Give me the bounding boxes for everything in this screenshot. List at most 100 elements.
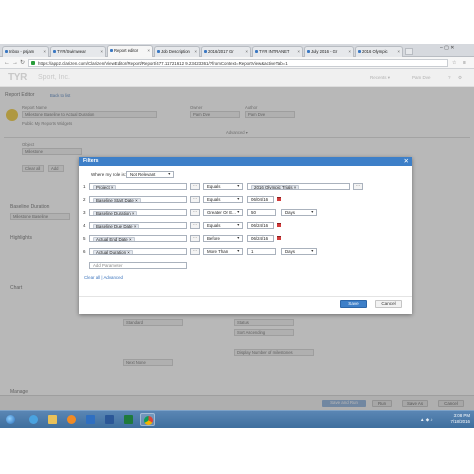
- close-tab-icon[interactable]: ×: [397, 47, 400, 57]
- chrome-icon[interactable]: [140, 413, 155, 426]
- duration-unit-select[interactable]: Days ▼: [281, 209, 317, 216]
- tab-label: TYR INTRANET: [259, 49, 290, 54]
- filter-value-field[interactable]: 2016 Olympic Trials ×: [247, 183, 350, 190]
- advanced-link[interactable]: Advanced: [103, 275, 123, 280]
- field-picker-button[interactable]: ···: [190, 196, 200, 203]
- operator-select[interactable]: Equals ▼: [203, 183, 243, 190]
- windows-taskbar: ▲ ◆ ♪ 3:08 PM 7/18/2016: [0, 410, 474, 428]
- company-name: Sport, Inc.: [38, 74, 70, 81]
- close-tab-icon[interactable]: ×: [245, 47, 248, 57]
- favicon-icon: [157, 50, 160, 53]
- dialog-header: Filters ✕: [79, 157, 412, 166]
- field-picker-button[interactable]: ···: [190, 209, 200, 216]
- dialog-title: Filters: [83, 158, 99, 164]
- field-picker-button[interactable]: ···: [190, 235, 200, 242]
- close-tab-icon[interactable]: ×: [297, 47, 300, 57]
- clear-all-link[interactable]: Clear all: [84, 275, 100, 280]
- browser-tab-active[interactable]: Report editor ×: [107, 45, 153, 57]
- close-icon[interactable]: ✕: [404, 157, 409, 166]
- chevron-down-icon: ▼: [236, 236, 240, 240]
- filter-field-select[interactable]: Actual Duration ×: [89, 248, 187, 255]
- operator-select[interactable]: Greater Or E... ▼: [203, 209, 243, 216]
- filter-field-select[interactable]: Baseline Due Date ×: [89, 222, 187, 229]
- favicon-icon: [204, 50, 207, 53]
- operator-select[interactable]: Equals ▼: [203, 196, 243, 203]
- browser-tab[interactable]: TYR INTRANET ×: [252, 46, 303, 57]
- duration-unit-select[interactable]: Days ▼: [281, 248, 317, 255]
- save-button[interactable]: Save: [340, 300, 367, 308]
- media-player-icon[interactable]: [64, 413, 79, 426]
- role-select[interactable]: Not Relevant ▼: [126, 171, 174, 178]
- user-menu[interactable]: Pam Dve: [412, 75, 431, 80]
- filter-field-select[interactable]: Baseline Start Date ×: [89, 196, 187, 203]
- field-chip: Baseline Duration ×: [93, 210, 138, 215]
- menu-icon[interactable]: ≡: [463, 60, 466, 66]
- tab-label: Job Description: [161, 49, 190, 54]
- tray-icons[interactable]: ▲ ◆ ♪: [420, 417, 433, 423]
- role-select-value: Not Relevant: [130, 172, 156, 177]
- settings-icon[interactable]: ⚙: [458, 75, 462, 81]
- close-tab-icon[interactable]: ×: [194, 47, 197, 57]
- recents-menu[interactable]: Recents ▾: [370, 75, 390, 81]
- start-button[interactable]: [3, 413, 18, 426]
- company-logo[interactable]: TYR: [8, 72, 27, 83]
- date-value-input[interactable]: 06/04/16: [247, 196, 274, 203]
- star-icon[interactable]: ☆: [452, 60, 456, 66]
- operator-value: Equals: [207, 197, 221, 202]
- browser-tab[interactable]: 2016/2017 Gr ×: [201, 46, 251, 57]
- close-tab-icon[interactable]: ×: [43, 47, 46, 57]
- field-picker-button[interactable]: ···: [190, 222, 200, 229]
- window-controls-icon[interactable]: – ▢ ✕: [440, 45, 454, 51]
- word-icon[interactable]: [102, 413, 117, 426]
- calendar-icon[interactable]: [277, 236, 281, 240]
- row-number: 6: [83, 249, 86, 254]
- favicon-icon: [5, 50, 8, 53]
- row-number: 3: [83, 210, 86, 215]
- row-number: 4: [83, 223, 86, 228]
- system-clock[interactable]: 3:08 PM 7/18/2016: [450, 413, 470, 425]
- value-chip: 2016 Olympic Trials ×: [251, 184, 300, 189]
- cancel-button[interactable]: Cancel: [375, 300, 402, 308]
- tab-label: 2016 Olympic: [362, 49, 388, 54]
- field-chip: Actual End Date ×: [93, 236, 135, 241]
- back-arrow-icon[interactable]: ←: [4, 59, 10, 67]
- chevron-down-icon: ▼: [167, 172, 171, 176]
- outlook-icon[interactable]: [83, 413, 98, 426]
- browser-tab[interactable]: Inbox - psjam ×: [2, 46, 49, 57]
- browser-tab[interactable]: July 2016 - Gr ×: [304, 46, 354, 57]
- add-parameter-input[interactable]: Add Parameter: [89, 262, 187, 269]
- url-input[interactable]: https://app2.clarizen.com/Clarizen/ViewE…: [28, 59, 448, 67]
- close-tab-icon[interactable]: ×: [147, 46, 150, 56]
- address-bar-row: ← → ↻ https://app2.clarizen.com/Clarizen…: [0, 57, 474, 69]
- filter-field-select[interactable]: Actual End Date ×: [89, 235, 187, 242]
- filter-field-select[interactable]: Project ×: [89, 183, 187, 190]
- operator-select[interactable]: Equals ▼: [203, 222, 243, 229]
- operator-value: More Than: [207, 249, 229, 254]
- filter-field-select[interactable]: Baseline Duration ×: [89, 209, 187, 216]
- field-picker-button[interactable]: ···: [190, 183, 200, 190]
- operator-value: Equals: [207, 223, 221, 228]
- help-icon[interactable]: ?: [448, 75, 451, 80]
- operator-select[interactable]: Before ▼: [203, 235, 243, 242]
- calendar-icon[interactable]: [277, 197, 281, 201]
- date-value-input[interactable]: 06/24/16: [247, 235, 274, 242]
- duration-value-input[interactable]: 50: [247, 209, 276, 216]
- browser-tab[interactable]: Job Description ×: [154, 46, 200, 57]
- calendar-icon[interactable]: [277, 223, 281, 227]
- field-picker-button[interactable]: ···: [190, 248, 200, 255]
- duration-value-input[interactable]: 1: [247, 248, 276, 255]
- forward-arrow-icon[interactable]: →: [12, 59, 18, 67]
- close-tab-icon[interactable]: ×: [100, 47, 103, 57]
- date-value-input[interactable]: 06/24/16: [247, 222, 274, 229]
- value-picker-button[interactable]: ···: [353, 183, 363, 190]
- close-tab-icon[interactable]: ×: [348, 47, 351, 57]
- file-explorer-icon[interactable]: [45, 413, 60, 426]
- excel-icon[interactable]: [121, 413, 136, 426]
- reload-icon[interactable]: ↻: [20, 59, 25, 67]
- new-tab-button[interactable]: [405, 48, 413, 55]
- internet-explorer-icon[interactable]: [26, 413, 41, 426]
- operator-select[interactable]: More Than ▼: [203, 248, 243, 255]
- row-number: 1: [83, 184, 86, 189]
- browser-tab[interactable]: 2016 Olympic ×: [355, 46, 403, 57]
- browser-tab[interactable]: TYR/Swimwear ×: [50, 46, 106, 57]
